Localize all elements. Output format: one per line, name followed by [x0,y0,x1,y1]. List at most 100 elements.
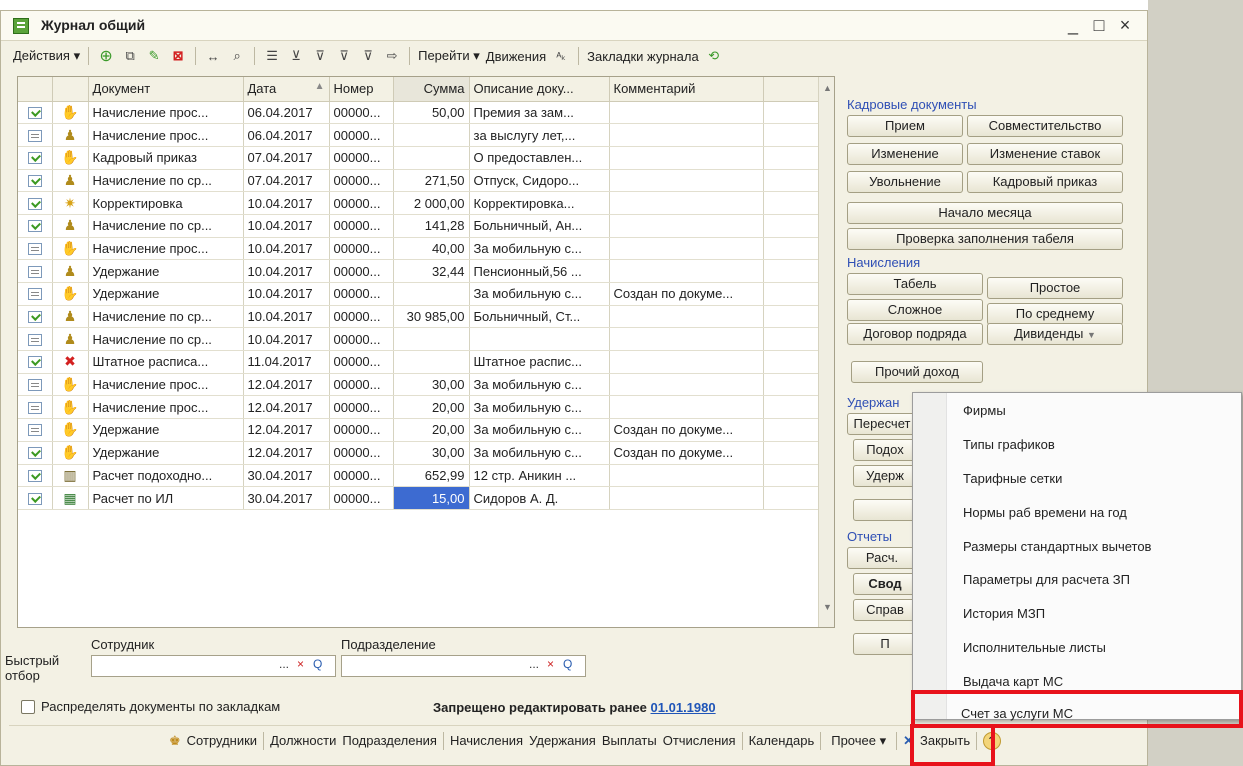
cell-sum[interactable]: 40,00 [393,237,470,261]
cell-sum[interactable]: 30,00 [393,441,470,465]
menu-item-standard-deductions[interactable]: Размеры стандартных вычетов [963,539,1151,554]
cell-document[interactable]: Расчет подоходно... [88,464,244,488]
cell-description[interactable]: Штатное распис... [469,350,610,374]
summary-button[interactable]: Свод [853,573,917,595]
table-row[interactable]: ♟ Начисление по ср... 10.04.2017 00000... 14… [18,214,819,238]
table-row[interactable]: ♟ Удержание 10.04.2017 00000... 32,44 Пенсион… [18,259,819,283]
scroll-up-icon[interactable]: ▲ [823,83,832,93]
cell-number[interactable]: 00000... [329,395,394,420]
cell-comment[interactable]: Создан по докуме... [609,441,764,465]
close-window-button[interactable]: × [1115,15,1135,36]
cell-comment[interactable] [609,305,764,329]
cell-document[interactable]: Корректировка [88,191,244,215]
cell-description[interactable]: Больничный, Ст... [469,305,610,329]
cell-sum[interactable]: 30 985,00 [393,305,470,329]
dividends-button[interactable]: Дивиденды ▼ [987,323,1123,345]
actions-menu[interactable]: Действия ▾ [13,48,80,64]
menu-item-card-issue[interactable]: Выдача карт МС [963,674,1063,689]
menu-item-mzp-history[interactable]: История МЗП [963,606,1045,621]
division-clear-button[interactable]: × [547,657,554,677]
other-menu-button[interactable]: Прочее ▾ [827,733,890,749]
cell-document[interactable]: Начисление по ср... [88,169,244,193]
cell-number[interactable]: 00000... [329,350,394,374]
cell-description[interactable] [469,327,610,352]
average-button[interactable]: По среднему [987,303,1123,325]
employee-clear-button[interactable]: × [297,657,304,677]
cell-number[interactable]: 00000... [329,282,394,306]
part-time-button[interactable]: Совместительство [967,115,1123,137]
menu-item-writs[interactable]: Исполнительные листы [963,640,1106,655]
cell-description[interactable]: За мобильную с... [469,418,610,442]
table-row[interactable]: ✖ Штатное расписа... 11.04.2017 00000... Шта… [18,350,819,374]
cell-comment[interactable] [609,464,764,488]
cell-comment[interactable] [609,237,764,261]
cell-document[interactable]: Начисление по ср... [88,327,244,352]
deductions-button[interactable]: Удержания [529,733,596,748]
cell-number[interactable]: 00000... [329,123,394,147]
cell-description[interactable]: Отпуск, Сидоро... [469,169,610,193]
cell-comment[interactable] [609,101,764,125]
cell-comment[interactable] [609,395,764,420]
cell-comment[interactable]: Создан по докуме... [609,282,764,306]
recalc-button[interactable]: Пересчет [847,413,917,435]
cell-number[interactable]: 00000... [329,169,394,193]
cell-number[interactable]: 00000... [329,191,394,215]
contract-button[interactable]: Договор подряда [847,323,983,345]
cell-document[interactable]: Начисление по ср... [88,214,244,238]
column-number[interactable]: Номер [329,77,394,102]
cell-date[interactable]: 10.04.2017 [243,259,330,283]
distribute-checkbox-row[interactable]: Распределять документы по закладкам [21,699,280,714]
find-icon[interactable]: ⌕ [228,47,246,65]
change-rates-button[interactable]: Изменение ставок [967,143,1123,165]
cell-document[interactable]: Штатное расписа... [88,350,244,374]
cell-comment[interactable] [609,169,764,193]
division-select-button[interactable]: ... [529,657,539,677]
cell-comment[interactable] [609,146,764,170]
column-sum[interactable]: Сумма [393,77,470,102]
movements-button[interactable]: Движения [486,49,546,64]
cell-number[interactable]: 00000... [329,146,394,170]
change-button[interactable]: Изменение [847,143,963,165]
menu-item-work-norms[interactable]: Нормы раб времени на год [963,505,1127,520]
table-row[interactable]: ▦ Расчет по ИЛ 30.04.2017 00000... 15,00 Сидо… [18,486,819,510]
check-timesheet-button[interactable]: Проверка заполнения табеля [847,228,1123,250]
menu-item-schedule-types[interactable]: Типы графиков [963,437,1055,452]
table-row[interactable]: ♟ Начисление по ср... 10.04.2017 00000... 30… [18,305,819,329]
cell-date[interactable]: 12.04.2017 [243,395,330,420]
cell-date[interactable]: 07.04.2017 [243,169,330,193]
dismissal-button[interactable]: Увольнение [847,171,963,193]
cell-sum[interactable]: 20,00 [393,395,470,420]
cell-sum[interactable]: 141,28 [393,214,470,238]
minimize-button[interactable]: _ [1063,15,1083,36]
cell-sum[interactable] [393,282,470,306]
column-document[interactable]: Документ [88,77,244,102]
menu-item-tariff-grids[interactable]: Тарифные сетки [963,471,1062,486]
table-row[interactable]: ✋ Начисление прос... 06.04.2017 00000... 50,… [18,101,819,125]
cell-description[interactable]: Пенсионный,56 ... [469,259,610,283]
cell-comment[interactable] [609,373,764,397]
cell-comment[interactable] [609,350,764,374]
filter-icon[interactable]: ⊻ [287,47,305,65]
cell-date[interactable]: 10.04.2017 [243,237,330,261]
cell-date[interactable]: 10.04.2017 [243,214,330,238]
debit-credit-icon[interactable]: ᴬₖ [552,47,570,65]
payments-button[interactable]: Выплаты [602,733,657,748]
cell-number[interactable]: 00000... [329,214,394,238]
cell-document[interactable]: Начисление прос... [88,395,244,420]
column-description[interactable]: Описание доку... [469,77,610,102]
employee-select-button[interactable]: ... [279,657,289,677]
output-icon[interactable]: ⇨ [383,47,401,65]
ban-date-link[interactable]: 01.01.1980 [651,700,716,715]
cell-sum[interactable] [393,350,470,374]
hr-order-button[interactable]: Кадровый приказ [967,171,1123,193]
contributions-button[interactable]: Отчисления [663,733,736,748]
table-row[interactable]: ✋ Начисление прос... 12.04.2017 00000... 30,… [18,373,819,397]
month-start-button[interactable]: Начало месяца [847,202,1123,224]
copy-icon[interactable]: ⧉ [121,47,139,65]
payslip-button[interactable]: Расч. [847,547,917,569]
table-row[interactable]: ✋ Удержание 12.04.2017 00000... 30,00 За моби… [18,441,819,465]
cell-document[interactable]: Удержание [88,418,244,442]
cell-sum[interactable]: 30,00 [393,373,470,397]
list-icon[interactable]: ☰ [263,47,281,65]
reference-button[interactable]: Справ [853,599,917,621]
